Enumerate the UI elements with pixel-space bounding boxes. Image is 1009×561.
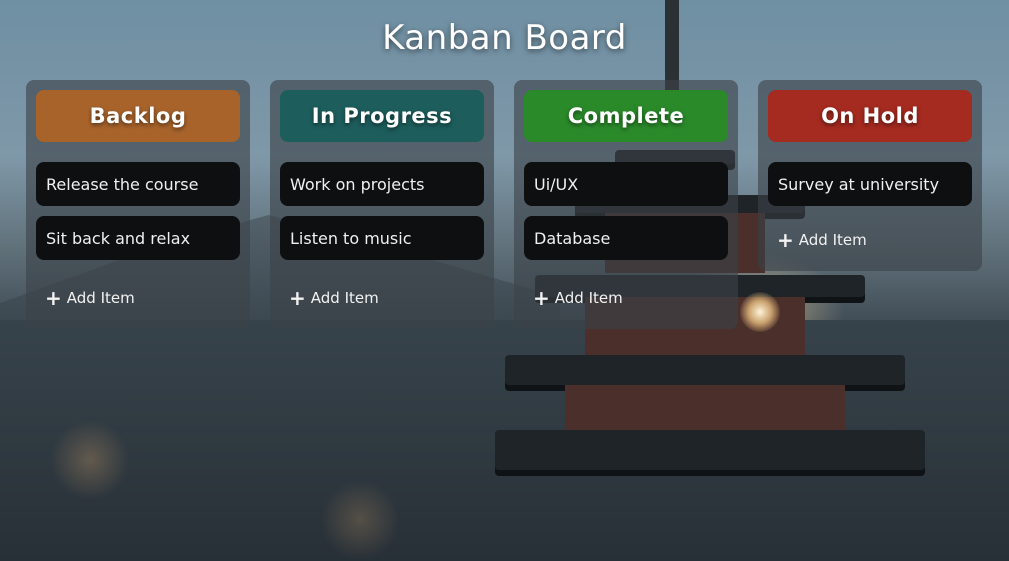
column-in-progress: In Progress Work on projects Listen to m… bbox=[270, 80, 494, 329]
add-item-button[interactable]: + Add Item bbox=[777, 230, 867, 250]
column-header-backlog: Backlog bbox=[36, 90, 240, 142]
plus-icon: + bbox=[289, 286, 306, 310]
column-header-on-hold: On Hold bbox=[768, 90, 972, 142]
add-item-label: Add Item bbox=[554, 289, 623, 307]
pagoda-roof bbox=[495, 430, 925, 470]
page-title: Kanban Board bbox=[382, 18, 627, 58]
sun-glow bbox=[740, 292, 780, 332]
card[interactable]: Listen to music bbox=[280, 216, 484, 260]
plus-icon: + bbox=[533, 286, 550, 310]
card[interactable]: Sit back and relax bbox=[36, 216, 240, 260]
column-header-in-progress: In Progress bbox=[280, 90, 484, 142]
column-on-hold: On Hold Survey at university + Add Item bbox=[758, 80, 982, 271]
add-item-button[interactable]: + Add Item bbox=[533, 288, 623, 308]
add-item-label: Add Item bbox=[66, 289, 135, 307]
plus-icon: + bbox=[45, 286, 62, 310]
column-complete: Complete Ui/UX Database + Add Item bbox=[514, 80, 738, 329]
card[interactable]: Release the course bbox=[36, 162, 240, 206]
add-item-button[interactable]: + Add Item bbox=[289, 288, 379, 308]
card[interactable]: Database bbox=[524, 216, 728, 260]
column-backlog: Backlog Release the course Sit back and … bbox=[26, 80, 250, 329]
pagoda-roof bbox=[505, 355, 905, 385]
add-item-label: Add Item bbox=[310, 289, 379, 307]
card[interactable]: Survey at university bbox=[768, 162, 972, 206]
add-item-label: Add Item bbox=[798, 231, 867, 249]
column-header-complete: Complete bbox=[524, 90, 728, 142]
card[interactable]: Work on projects bbox=[280, 162, 484, 206]
plus-icon: + bbox=[777, 228, 794, 252]
pagoda-body bbox=[565, 385, 845, 435]
card[interactable]: Ui/UX bbox=[524, 162, 728, 206]
add-item-button[interactable]: + Add Item bbox=[45, 288, 135, 308]
